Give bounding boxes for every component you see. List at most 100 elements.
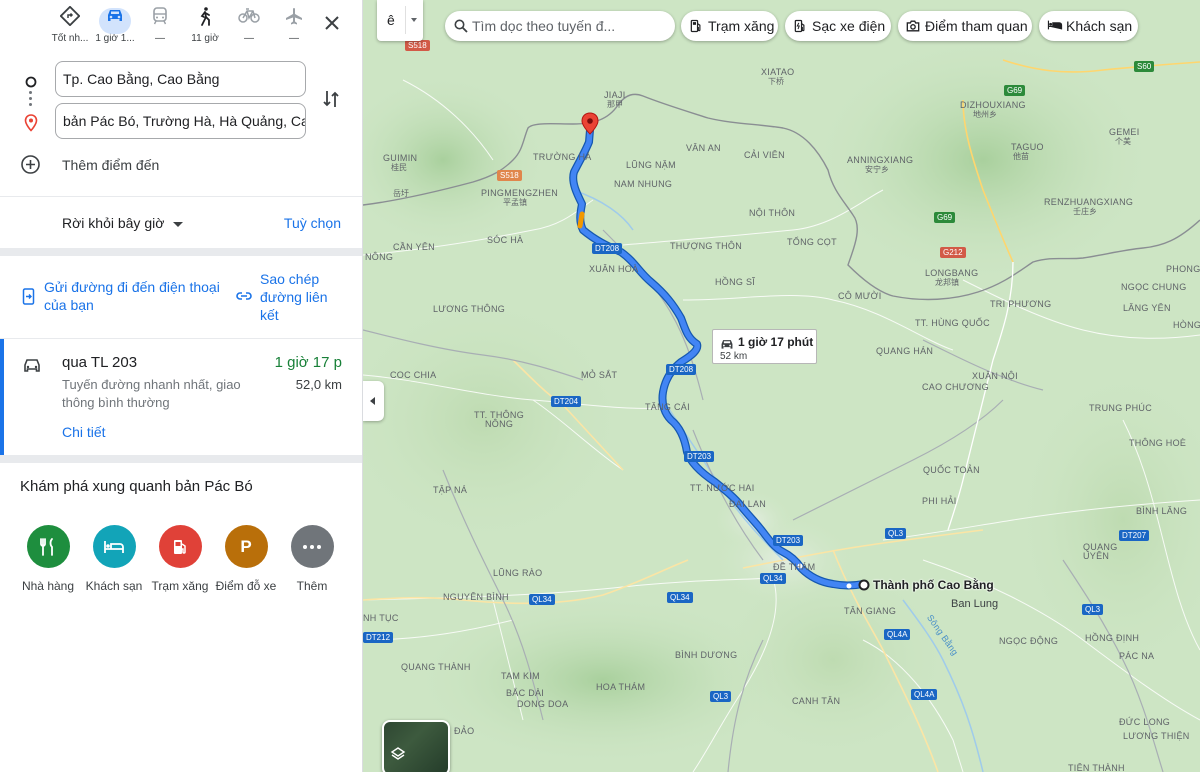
place-label: BẮC DÀI [506,688,545,698]
place-label: ĐỨC LONG [1119,717,1171,727]
place-label: LƯƠNG THÔNG [433,304,506,314]
place-label-cjk: 个美 [1115,137,1131,146]
place-label: ĐẢO [454,726,475,736]
explore-parking-button[interactable]: P Điểm đỗ xe [213,525,279,593]
divider [0,248,362,256]
place-label: HÒNG CHÍ [1173,320,1200,330]
place-label: HỒNG SĨ [715,277,756,287]
place-label: MỎ SẮT [581,370,618,380]
road-shield: QL34 [667,592,693,603]
travel-mode-bar: Tốt nh... 1 giờ 1... — 11 giờ — — [0,0,362,54]
airplane-icon [266,6,322,32]
place-label: TIÊN THÀNH [1068,763,1125,772]
chip-ev-charging[interactable]: Sạc xe điện [785,11,891,41]
destination-pin-icon [24,114,38,137]
place-label-cjk: 地州乡 [973,110,997,119]
tooltip-distance: 52 km [720,351,748,362]
road-shield: DT203 [684,451,715,462]
options-link[interactable]: Tuỳ chọn [284,215,341,231]
place-label: LƯƠNG THIỆN [1123,731,1190,741]
place-label: ĐỀ THÁM [773,562,816,572]
explore-gas-button[interactable]: Trạm xăng [147,525,213,593]
link-icon [236,292,252,300]
copy-link-label: Sao chép đường liên kết [260,271,328,323]
place-label: NÔNG [365,252,394,262]
place-label: PHI HẢI [922,496,957,506]
place-label: TĂNG CÁI [645,402,690,412]
road-shield: DT207 [1119,530,1150,541]
destination-input[interactable]: bản Pác Bó, Trường Hà, Hà Quảng, Cao B [55,103,306,139]
chip-gas-stations[interactable]: Trạm xăng [681,11,778,41]
chip-attractions[interactable]: Điểm tham quan [898,11,1032,41]
chip-ev-label: Sạc xe điện [812,18,886,34]
collapse-panel-button[interactable] [363,381,384,421]
search-placeholder: Tìm dọc theo tuyến đ... [472,18,616,34]
place-label: BÌNH LĂNG [1136,506,1188,516]
explore-hotels-label: Khách sạn [85,579,143,593]
send-to-phone-icon [22,288,35,305]
place-label: LĂNG YÊN [1123,303,1171,313]
swap-icon[interactable] [319,87,343,111]
language-button[interactable]: ê [377,0,423,41]
depart-time-dropdown[interactable]: Rời khỏi bây giờ [62,215,184,231]
more-dots-icon [303,544,321,549]
close-icon[interactable] [320,11,344,35]
place-label: LŨNG NẶM [626,160,676,170]
place-label: CẦN YÊN [393,242,435,252]
explore-restaurants-button[interactable]: Nhà hàng [15,525,81,593]
place-label: TỔNG CỌT [787,237,837,247]
origin-input[interactable]: Tp. Cao Bằng, Cao Bằng [55,61,306,97]
poi-circle [26,525,70,568]
tooltip-duration: 1 giờ 17 phút [738,335,814,349]
place-label: ĐẠI LAN [729,499,767,509]
mode-flight[interactable]: — [266,6,322,50]
chip-hotels[interactable]: Khách sạn [1039,11,1138,41]
send-to-phone-label: Gửi đường đi đến điện thoại của bạn [44,279,220,313]
place-label: UYÊN [1083,551,1110,561]
explore-parking-label: Điểm đỗ xe [215,579,277,593]
destination-city-label[interactable]: Thành phố Cao Bằng [873,578,994,592]
destination-sub-label: Ban Lung [951,598,999,610]
road-shield: S518 [405,40,430,51]
origin-row: Tp. Cao Bằng, Cao Bằng [0,61,362,101]
search-along-route-input[interactable]: Tìm dọc theo tuyến đ... [445,11,675,41]
place-label: TT. NƯỚC HAI [690,483,755,493]
explore-title: Khám phá xung quanh bản Pác Bó [20,478,253,495]
place-label: TAM KIM [501,671,540,681]
add-circle-icon [20,154,41,178]
place-label: CẢI VIÊN [744,150,785,160]
road-shield: S60 [1134,61,1155,72]
place-label-cjk: 壬庄乡 [1073,207,1097,216]
road-shield: QL3 [710,691,732,702]
place-label: HOA THÁM [596,682,646,692]
layers-button[interactable] [382,720,450,772]
place-label: PÁC NA [1119,651,1155,661]
add-destination-label: Thêm điểm đến [62,157,160,173]
fork-knife-icon [40,537,53,556]
explore-hotels-button[interactable]: Khách sạn [81,525,147,593]
place-label: NGỌC CHUNG [1121,282,1187,292]
route-distance: 52,0 km [295,377,342,392]
place-label: THÔNG HOÈ [1129,438,1187,448]
chevron-left-icon [370,397,375,405]
place-label-cjk: 龙邦镇 [935,278,959,287]
directions-panel: Tốt nh... 1 giờ 1... — 11 giờ — — Tp. Ca… [0,0,363,772]
explore-more-button[interactable]: Thêm [279,525,345,593]
place-label: NGUYÊN BÌNH [443,592,509,602]
route-duration-tooltip[interactable]: 1 giờ 17 phút 52 km [712,329,817,364]
caret-down-icon [411,18,417,22]
route-details-link[interactable]: Chi tiết [62,424,106,440]
map-canvas[interactable]: XIATAO 下桥 JIAJI 那甲 DIZHOUXIANG 地州乡 TAGUO… [363,0,1200,772]
road-shield: QL3 [885,528,907,539]
place-label-cjk: 岳圩 [393,189,409,198]
mode-flight-label: — [289,33,299,44]
place-label: PHONG [1166,264,1200,274]
place-label: THƯỢNG THÔN [670,241,743,251]
place-label-cjk: 他苗 [1013,152,1029,161]
add-destination-button[interactable]: Thêm điểm đến [0,148,362,182]
gas-pump-icon [690,19,701,33]
map-terrain [363,0,1200,772]
car-icon [22,356,42,379]
route-option-card[interactable]: qua TL 203 1 giờ 17 p 52,0 km Tuyến đườn… [0,339,362,455]
place-label: TÂN GIANG [844,606,897,616]
